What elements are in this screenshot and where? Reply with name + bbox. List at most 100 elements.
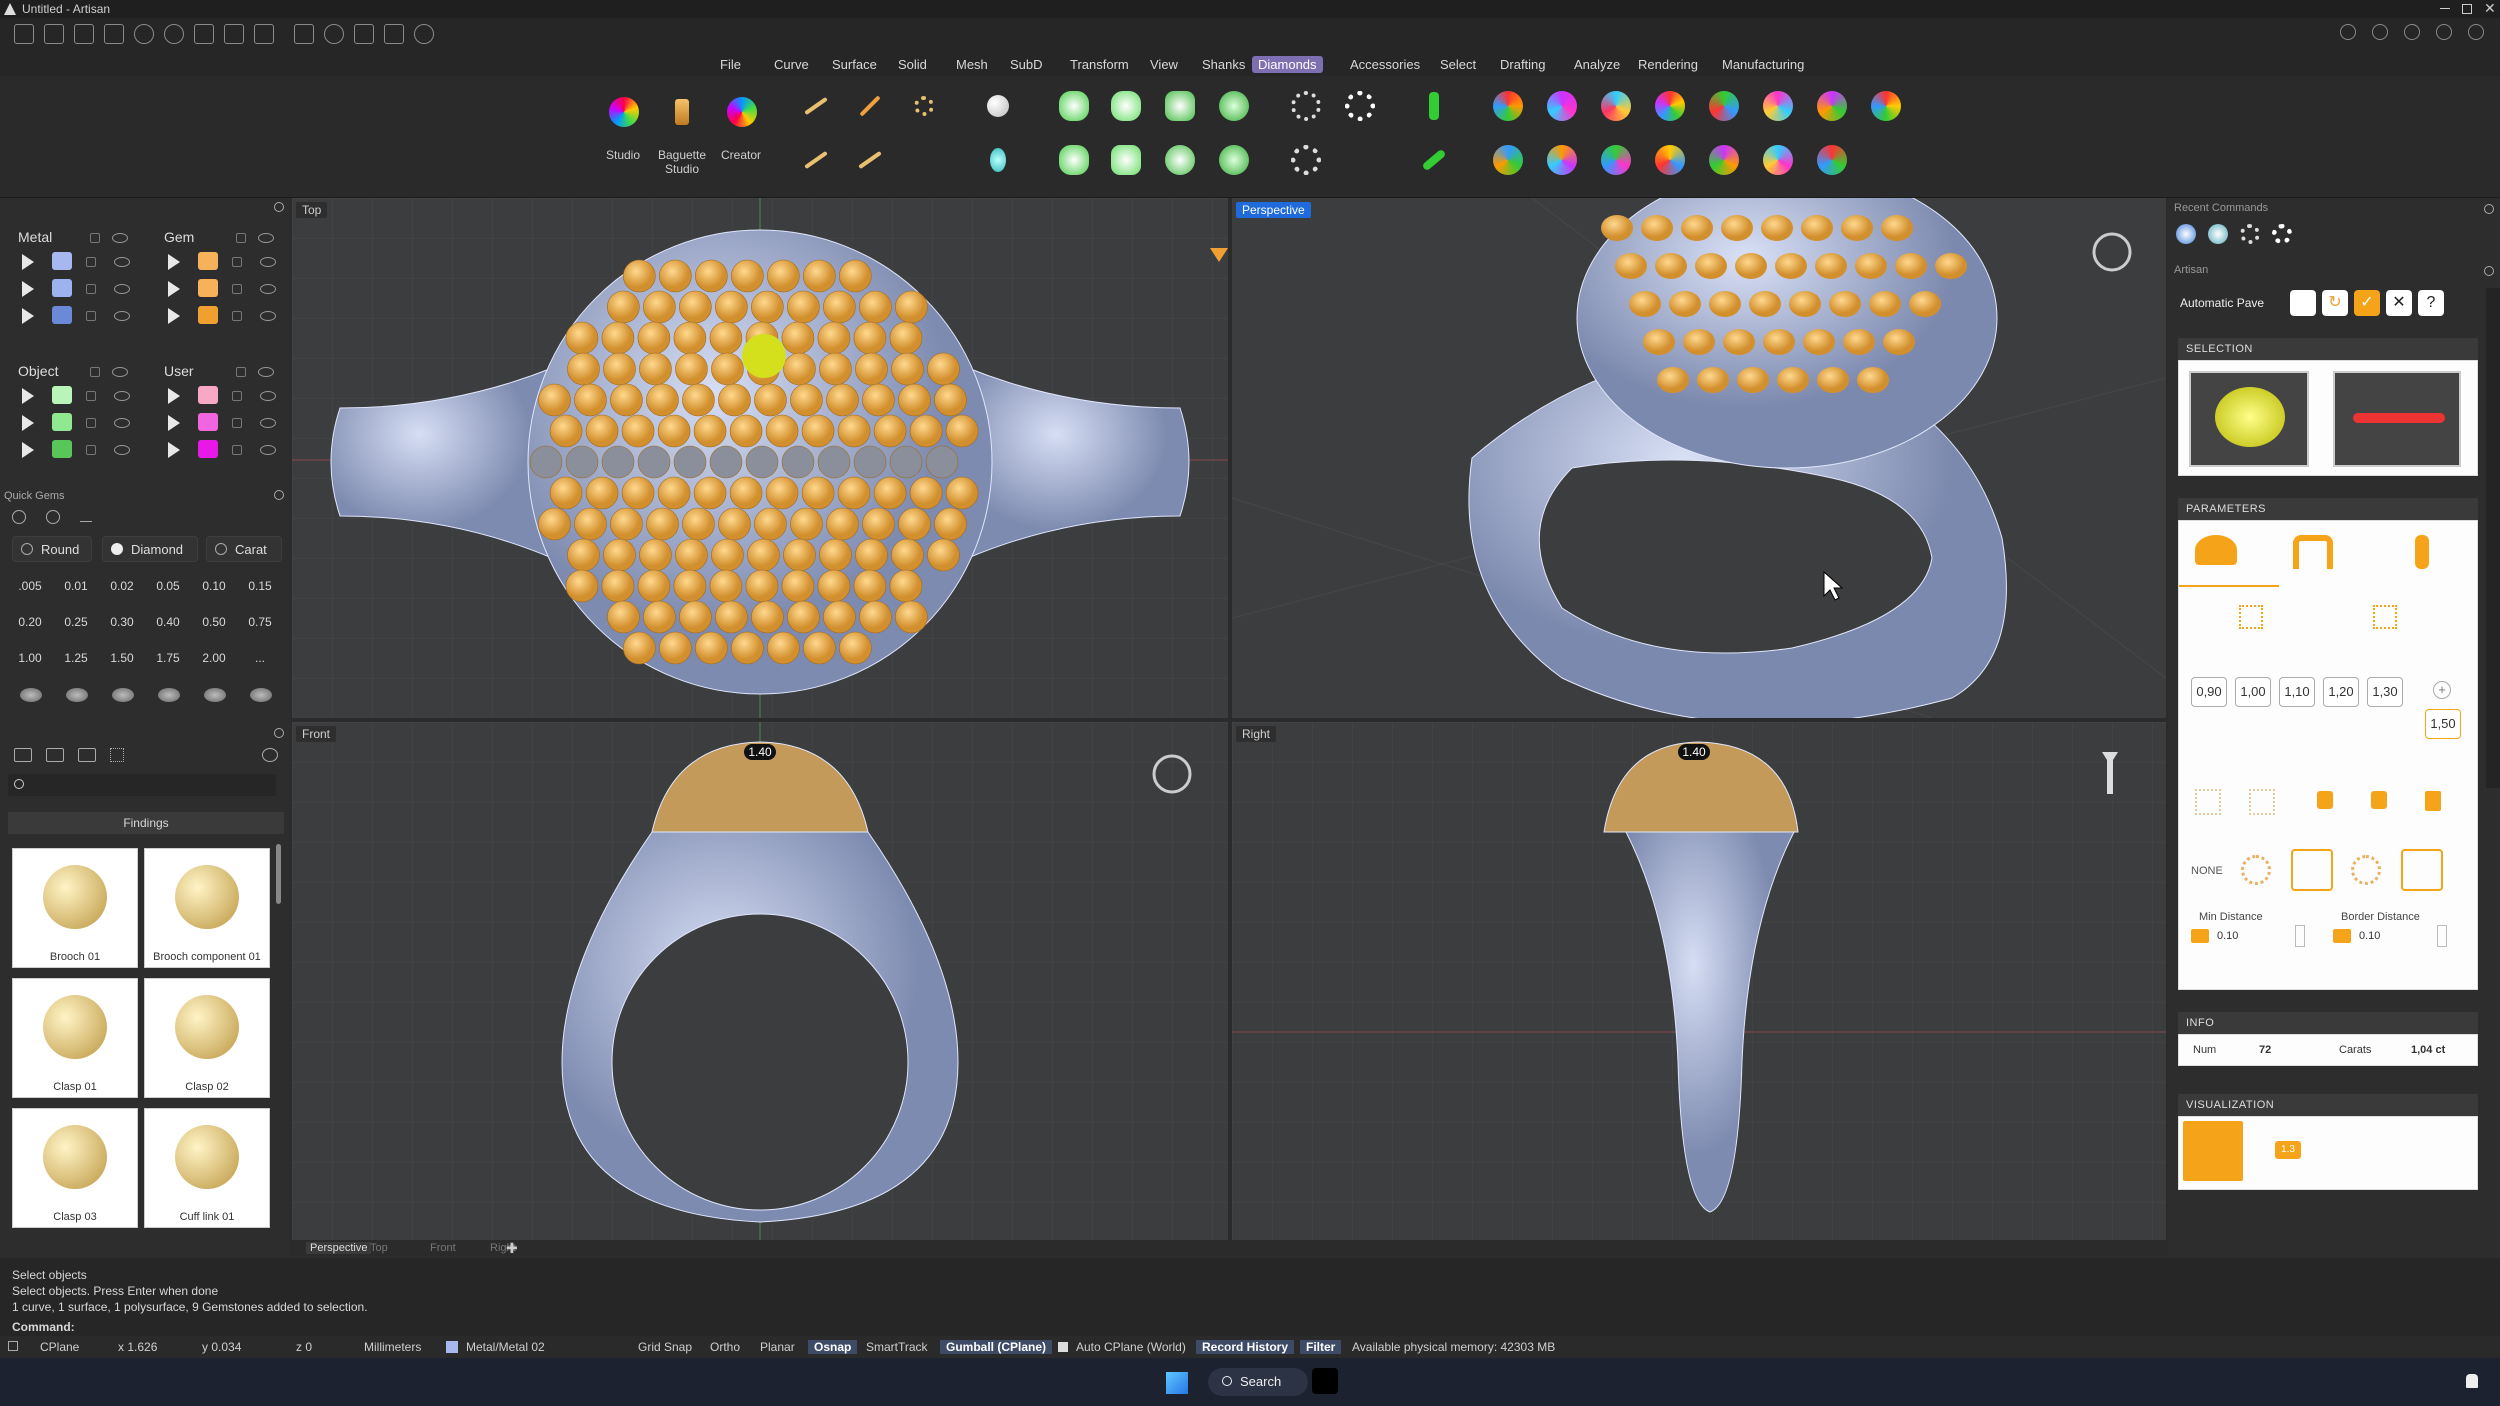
- help-icon[interactable]: ?: [2418, 290, 2444, 316]
- layer-gem-1-lock-icon[interactable]: [232, 257, 242, 267]
- layer-object-1-play-icon[interactable]: [22, 388, 34, 404]
- recent-cmd-2-icon[interactable]: [2208, 224, 2228, 244]
- viewport-strip-tab-top[interactable]: Top: [366, 1242, 392, 1254]
- gem[interactable]: [549, 476, 583, 510]
- gem[interactable]: [709, 321, 743, 355]
- gem[interactable]: [1935, 253, 1967, 279]
- artisan-taskbar-icon[interactable]: [1312, 1368, 1338, 1394]
- status-auto-cplane[interactable]: Auto CPlane (World): [1076, 1340, 1186, 1354]
- gem[interactable]: [823, 290, 856, 324]
- status-panel-icon[interactable]: [8, 1341, 18, 1351]
- gem[interactable]: [803, 259, 836, 293]
- layer-gem-3-visibility-icon[interactable]: [260, 311, 276, 321]
- layer-object-2-visibility-icon[interactable]: [114, 418, 130, 428]
- confirm-icon[interactable]: ✓: [2354, 290, 2380, 316]
- save-icon[interactable]: [194, 24, 214, 44]
- recent-settings-icon[interactable]: [2484, 204, 2494, 214]
- gem[interactable]: [1883, 329, 1915, 355]
- size-button[interactable]: 1,10: [2279, 677, 2315, 707]
- layer-metal-1-color[interactable]: [52, 252, 72, 270]
- tool-a4-button[interactable]: [1646, 82, 1694, 130]
- layer-object-2-lock-icon[interactable]: [86, 418, 96, 428]
- info-header[interactable]: INFO: [2178, 1012, 2478, 1034]
- gem[interactable]: [859, 290, 892, 324]
- gem[interactable]: [565, 569, 599, 603]
- gem[interactable]: [925, 445, 959, 479]
- menu-item-manufacturing[interactable]: Manufacturing: [1716, 56, 1810, 73]
- status-filter[interactable]: Filter: [1300, 1340, 1342, 1354]
- gem[interactable]: [538, 507, 571, 541]
- viewport-strip-tab-perspective[interactable]: Perspective: [306, 1242, 372, 1254]
- setting-2-button[interactable]: [1102, 82, 1150, 130]
- gem[interactable]: [826, 507, 859, 541]
- gem[interactable]: [781, 321, 815, 355]
- gem[interactable]: [679, 600, 712, 634]
- settings-icon[interactable]: [2468, 24, 2484, 40]
- layer-user-3-color[interactable]: [198, 440, 218, 458]
- pattern-2-icon[interactable]: [2291, 849, 2333, 891]
- gem[interactable]: [574, 507, 607, 541]
- menu-item-view[interactable]: View: [1144, 56, 1184, 73]
- gem[interactable]: [1735, 253, 1767, 279]
- question-icon[interactable]: [2436, 24, 2452, 40]
- tool-b3-button[interactable]: [1592, 136, 1640, 184]
- viewport-right[interactable]: 1.40 Right: [1232, 722, 2166, 1240]
- gem[interactable]: [1775, 253, 1807, 279]
- gem[interactable]: [817, 569, 851, 603]
- gem[interactable]: [637, 569, 671, 603]
- gem[interactable]: [731, 631, 764, 665]
- recent-cmd-4-icon[interactable]: [2272, 224, 2292, 244]
- gem[interactable]: [711, 538, 744, 572]
- layer-gem-2-color[interactable]: [198, 279, 218, 297]
- tool-a7-button[interactable]: [1808, 82, 1856, 130]
- group-gem-lock-icon[interactable]: [236, 233, 246, 243]
- gem[interactable]: [927, 538, 960, 572]
- group-object-lock-icon[interactable]: [90, 367, 100, 377]
- gem[interactable]: [1641, 215, 1673, 241]
- gem[interactable]: [709, 445, 743, 479]
- preset-icon[interactable]: [2290, 290, 2316, 316]
- prong-button[interactable]: [1410, 82, 1458, 130]
- gem[interactable]: [891, 538, 924, 572]
- size-button[interactable]: 1,00: [2235, 677, 2271, 707]
- menu-item-select[interactable]: Select: [1434, 56, 1482, 73]
- gem[interactable]: [567, 538, 600, 572]
- gem[interactable]: [747, 538, 780, 572]
- redo-icon[interactable]: [164, 24, 184, 44]
- menu-item-subd[interactable]: SubD: [1004, 56, 1049, 73]
- layer-object-2-color[interactable]: [52, 413, 72, 431]
- visualization-toggle-icon[interactable]: [2183, 1121, 2243, 1181]
- gem[interactable]: [1817, 367, 1849, 393]
- add-viewport-icon[interactable]: ✚: [506, 1240, 518, 1257]
- gem-mode3-icon[interactable]: [80, 510, 92, 522]
- help-icon[interactable]: [2340, 24, 2356, 40]
- gem[interactable]: [529, 445, 563, 479]
- recent-cmd-3-icon[interactable]: [2240, 224, 2260, 244]
- status-smarttrack[interactable]: SmartTrack: [866, 1340, 928, 1354]
- gem[interactable]: [657, 476, 691, 510]
- refresh-icon[interactable]: ↻: [2322, 290, 2348, 316]
- gem[interactable]: [623, 259, 656, 293]
- border-distance-stepper[interactable]: [2437, 925, 2447, 947]
- command-prompt[interactable]: Command:: [12, 1320, 75, 1334]
- gem-shape-6-icon[interactable]: [250, 688, 272, 702]
- gem[interactable]: [715, 600, 748, 634]
- menu-item-shanks[interactable]: Shanks: [1196, 56, 1251, 73]
- gem[interactable]: [639, 538, 672, 572]
- carat-button[interactable]: 0.30: [100, 608, 144, 636]
- gem[interactable]: [767, 631, 800, 665]
- gem[interactable]: [639, 352, 672, 386]
- viewport-top[interactable]: Top: [292, 198, 1228, 718]
- tool-b4-button[interactable]: [1646, 136, 1694, 184]
- layer-gem-3-color[interactable]: [198, 306, 218, 324]
- viewport-strip-tab-front[interactable]: Front: [426, 1242, 460, 1254]
- gem[interactable]: [679, 290, 712, 324]
- group-object-visibility-icon[interactable]: [112, 367, 128, 377]
- gem[interactable]: [1789, 291, 1821, 317]
- tool-b1-button[interactable]: [1484, 136, 1532, 184]
- gem[interactable]: [889, 445, 923, 479]
- carat-button[interactable]: 0.10: [192, 572, 236, 600]
- export-icon[interactable]: [254, 24, 274, 44]
- template-icon[interactable]: [44, 24, 64, 44]
- gem[interactable]: [826, 383, 859, 417]
